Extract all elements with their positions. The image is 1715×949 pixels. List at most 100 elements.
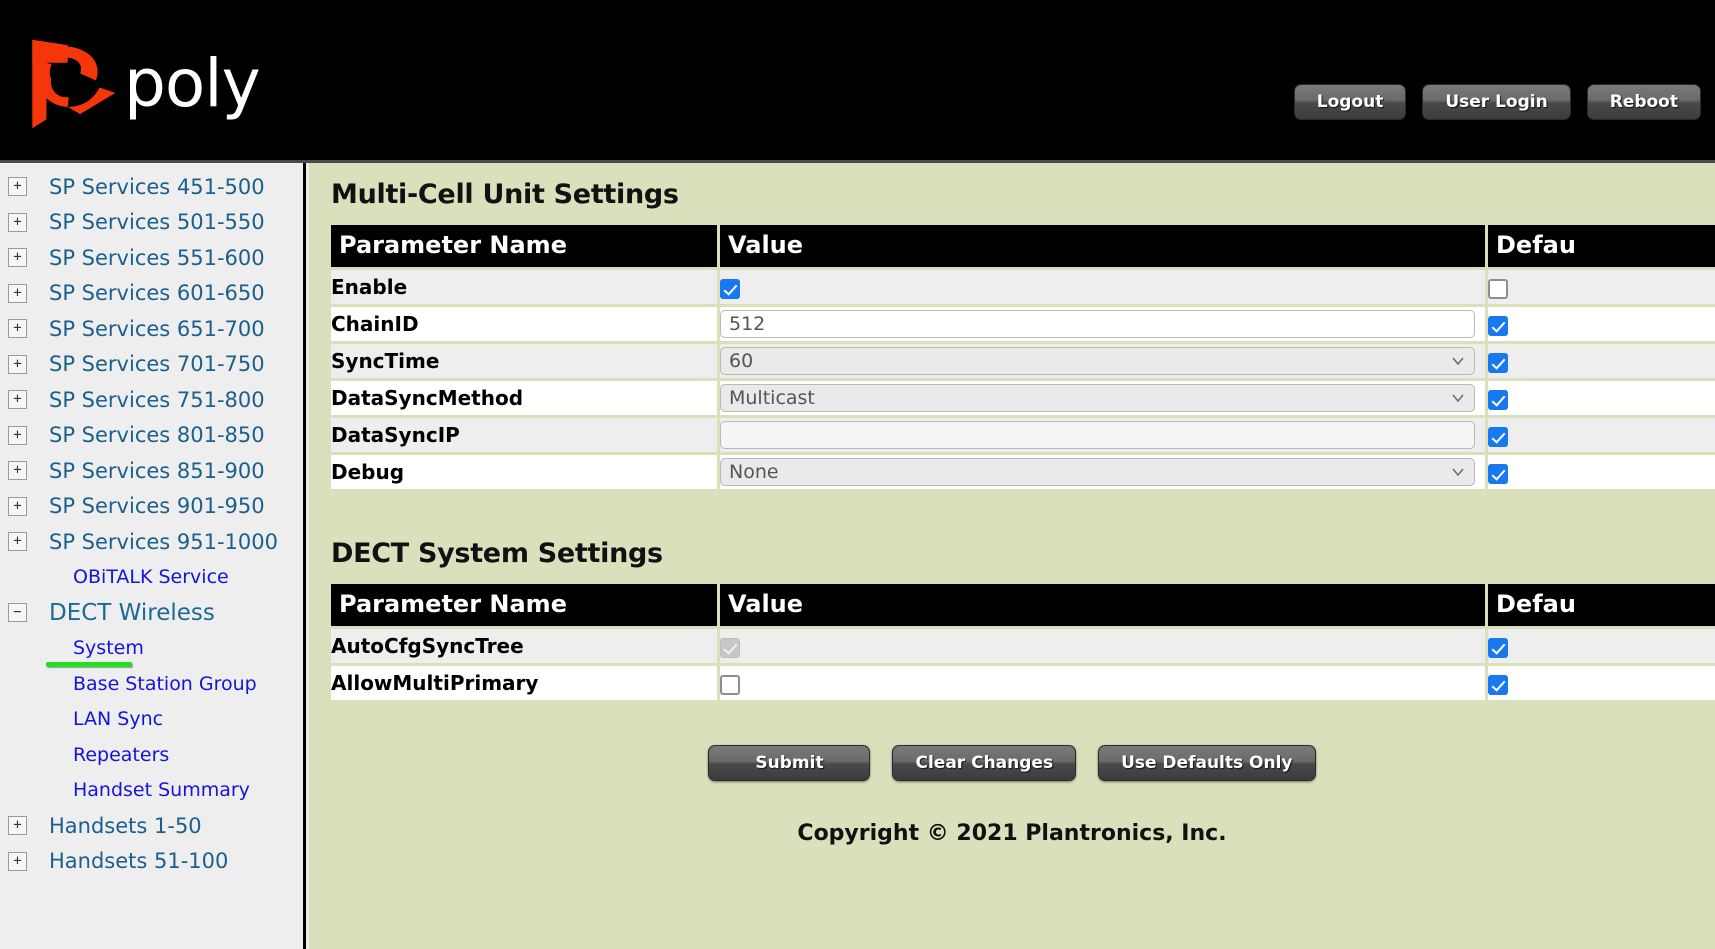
- sidebar-item-lan-sync[interactable]: LAN Sync: [0, 702, 303, 738]
- sidebar-item-label[interactable]: OBiTALK Service: [73, 566, 229, 588]
- collapse-icon[interactable]: −: [8, 603, 27, 622]
- sidebar-item-label[interactable]: SP Services 951-1000: [49, 530, 278, 554]
- value-select[interactable]: 60: [720, 347, 1475, 375]
- expand-icon[interactable]: +: [8, 284, 27, 303]
- sidebar-item-label[interactable]: Handsets 1-50: [49, 814, 202, 838]
- expand-icon[interactable]: +: [8, 390, 27, 409]
- table-header-row: Parameter Name Value Defau: [331, 584, 1715, 626]
- expand-icon[interactable]: +: [8, 426, 27, 445]
- column-header-parameter-name: Parameter Name: [331, 584, 717, 626]
- sidebar-item-sp-services-851-900[interactable]: + SP Services 851-900: [0, 453, 303, 489]
- value-cell: [717, 307, 1485, 341]
- expand-icon[interactable]: +: [8, 355, 27, 374]
- dect-system-settings-table: Parameter Name Value Defau AutoCfgSyncTr…: [331, 581, 1715, 703]
- expand-icon[interactable]: +: [8, 461, 27, 480]
- sidebar-item-obitalk-service[interactable]: OBiTALK Service: [0, 560, 303, 596]
- sidebar-item-label[interactable]: Handset Summary: [73, 779, 250, 801]
- sidebar-item-sp-services-551-600[interactable]: + SP Services 551-600: [0, 240, 303, 276]
- copyright-notice: Copyright © 2021 Plantronics, Inc.: [309, 821, 1715, 846]
- sidebar-item-dect-wireless[interactable]: − DECT Wireless: [0, 595, 303, 631]
- sidebar-item-label[interactable]: SP Services 601-650: [49, 281, 265, 305]
- sidebar-item-label[interactable]: DECT Wireless: [49, 600, 215, 626]
- expand-icon[interactable]: +: [8, 852, 27, 871]
- expand-icon[interactable]: +: [8, 816, 27, 835]
- default-cell: [1485, 666, 1715, 700]
- sidebar-item-label[interactable]: SP Services 551-600: [49, 246, 265, 270]
- use-defaults-only-button[interactable]: Use Defaults Only: [1098, 745, 1315, 781]
- sidebar-item-sp-services-501-550[interactable]: + SP Services 501-550: [0, 205, 303, 241]
- default-checkbox[interactable]: [1488, 279, 1508, 299]
- table-row: AutoCfgSyncTree: [331, 629, 1715, 663]
- sidebar-item-handsets-1-50[interactable]: + Handsets 1-50: [0, 808, 303, 844]
- sidebar-item-label[interactable]: SP Services 651-700: [49, 317, 265, 341]
- sidebar-item-system[interactable]: System: [0, 631, 303, 667]
- sidebar-item-sp-services-701-750[interactable]: + SP Services 701-750: [0, 347, 303, 383]
- logout-button[interactable]: Logout: [1294, 84, 1407, 120]
- value-text-input[interactable]: [720, 421, 1475, 449]
- sidebar-item-label[interactable]: SP Services 801-850: [49, 423, 265, 447]
- table-row: DataSyncIP: [331, 418, 1715, 452]
- value-cell: [717, 418, 1485, 452]
- value-checkbox[interactable]: [720, 675, 740, 695]
- sidebar-item-sp-services-951-1000[interactable]: + SP Services 951-1000: [0, 524, 303, 560]
- default-cell: [1485, 344, 1715, 378]
- expand-icon[interactable]: +: [8, 177, 27, 196]
- sidebar-item-sp-services-901-950[interactable]: + SP Services 901-950: [0, 489, 303, 525]
- expand-icon[interactable]: +: [8, 532, 27, 551]
- table-header-row: Parameter Name Value Defau: [331, 225, 1715, 267]
- expand-icon[interactable]: +: [8, 497, 27, 516]
- default-checkbox[interactable]: [1488, 390, 1508, 410]
- sidebar-nav[interactable]: + SP Services 451-500 + SP Services 501-550…: [0, 163, 306, 949]
- sidebar-item-sp-services-801-850[interactable]: + SP Services 801-850: [0, 418, 303, 454]
- default-checkbox[interactable]: [1488, 464, 1508, 484]
- clear-changes-button[interactable]: Clear Changes: [892, 745, 1076, 781]
- expand-icon[interactable]: +: [8, 319, 27, 338]
- default-checkbox[interactable]: [1488, 675, 1508, 695]
- table-row: AllowMultiPrimary: [331, 666, 1715, 700]
- parameter-name-cell: Debug: [331, 455, 717, 489]
- sidebar-item-sp-services-651-700[interactable]: + SP Services 651-700: [0, 311, 303, 347]
- parameter-name-cell: Enable: [331, 270, 717, 304]
- sidebar-item-label[interactable]: SP Services 501-550: [49, 210, 265, 234]
- sidebar-item-label[interactable]: Repeaters: [73, 744, 169, 766]
- default-checkbox[interactable]: [1488, 353, 1508, 373]
- expand-icon[interactable]: +: [8, 213, 27, 232]
- default-checkbox[interactable]: [1488, 316, 1508, 336]
- submit-button[interactable]: Submit: [708, 745, 870, 781]
- default-checkbox[interactable]: [1488, 638, 1508, 658]
- spacer-icon: [8, 710, 27, 729]
- expand-icon[interactable]: +: [8, 248, 27, 267]
- reboot-button[interactable]: Reboot: [1587, 84, 1701, 120]
- column-header-default: Defau: [1485, 584, 1715, 626]
- value-cell: [717, 629, 1485, 663]
- sidebar-item-sp-services-451-500[interactable]: + SP Services 451-500: [0, 169, 303, 205]
- parameter-name-cell: DataSyncMethod: [331, 381, 717, 415]
- sidebar-item-label[interactable]: SP Services 851-900: [49, 459, 265, 483]
- sidebar-item-sp-services-751-800[interactable]: + SP Services 751-800: [0, 382, 303, 418]
- default-checkbox[interactable]: [1488, 427, 1508, 447]
- sidebar-item-handset-summary[interactable]: Handset Summary: [0, 773, 303, 809]
- sidebar-item-label[interactable]: SP Services 701-750: [49, 352, 265, 376]
- sidebar-item-label[interactable]: System: [73, 637, 144, 659]
- page-title: Multi-Cell Unit Settings: [331, 179, 1715, 210]
- sidebar-item-label[interactable]: Base Station Group: [73, 673, 257, 695]
- sidebar-item-base-station-group[interactable]: Base Station Group: [0, 666, 303, 702]
- sidebar-item-repeaters[interactable]: Repeaters: [0, 737, 303, 773]
- value-text-input[interactable]: [720, 310, 1475, 338]
- user-login-button[interactable]: User Login: [1422, 84, 1570, 120]
- parameter-name-cell: ChainID: [331, 307, 717, 341]
- value-checkbox[interactable]: [720, 279, 740, 299]
- sidebar-item-label[interactable]: SP Services 751-800: [49, 388, 265, 412]
- value-select-text: Multicast: [729, 387, 815, 409]
- sidebar-item-label[interactable]: SP Services 451-500: [49, 175, 265, 199]
- sidebar-item-label[interactable]: SP Services 901-950: [49, 494, 265, 518]
- column-header-value: Value: [717, 225, 1485, 267]
- sidebar-item-label[interactable]: Handsets 51-100: [49, 849, 228, 873]
- sidebar-item-label[interactable]: LAN Sync: [73, 708, 163, 730]
- value-select[interactable]: Multicast: [720, 384, 1475, 412]
- parameter-name-cell: AllowMultiPrimary: [331, 666, 717, 700]
- sidebar-item-sp-services-601-650[interactable]: + SP Services 601-650: [0, 276, 303, 312]
- spacer-icon: [8, 568, 27, 587]
- value-select[interactable]: None: [720, 458, 1475, 486]
- sidebar-item-handsets-51-100[interactable]: + Handsets 51-100: [0, 844, 303, 880]
